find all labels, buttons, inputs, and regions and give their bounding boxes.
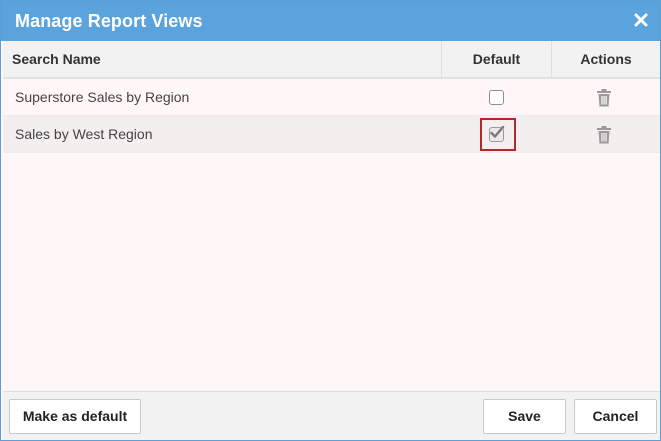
- checkmark-icon: [490, 125, 505, 138]
- grid-header: Search Name Default Actions: [3, 41, 660, 79]
- table-row[interactable]: Sales by West Region: [3, 116, 660, 153]
- row-default-cell: [479, 116, 516, 153]
- close-icon[interactable]: [632, 11, 650, 29]
- trash-icon[interactable]: [596, 89, 612, 107]
- default-checkbox-checked[interactable]: [489, 125, 505, 142]
- save-button[interactable]: Save: [483, 399, 566, 434]
- row-search-name: Superstore Sales by Region: [15, 89, 190, 105]
- column-header-actions: Actions: [551, 41, 660, 77]
- trash-icon[interactable]: [596, 126, 612, 144]
- grid-body: Superstore Sales by Region Sales by West…: [3, 79, 660, 153]
- dialog-title: Manage Report Views: [15, 11, 203, 31]
- dialog-footer: Make as default Save Cancel: [3, 391, 660, 440]
- column-header-search-name[interactable]: Search Name: [3, 41, 441, 77]
- dialog-titlebar: Manage Report Views: [1, 1, 660, 41]
- table-row[interactable]: Superstore Sales by Region: [3, 79, 660, 116]
- row-search-name: Sales by West Region: [15, 126, 153, 142]
- row-default-cell: [479, 79, 515, 116]
- make-default-button[interactable]: Make as default: [9, 399, 141, 434]
- cancel-button[interactable]: Cancel: [574, 399, 657, 434]
- column-header-default[interactable]: Default: [441, 41, 551, 77]
- manage-report-views-dialog: Manage Report Views Search Name Default …: [0, 0, 661, 441]
- default-checkbox[interactable]: [489, 90, 504, 105]
